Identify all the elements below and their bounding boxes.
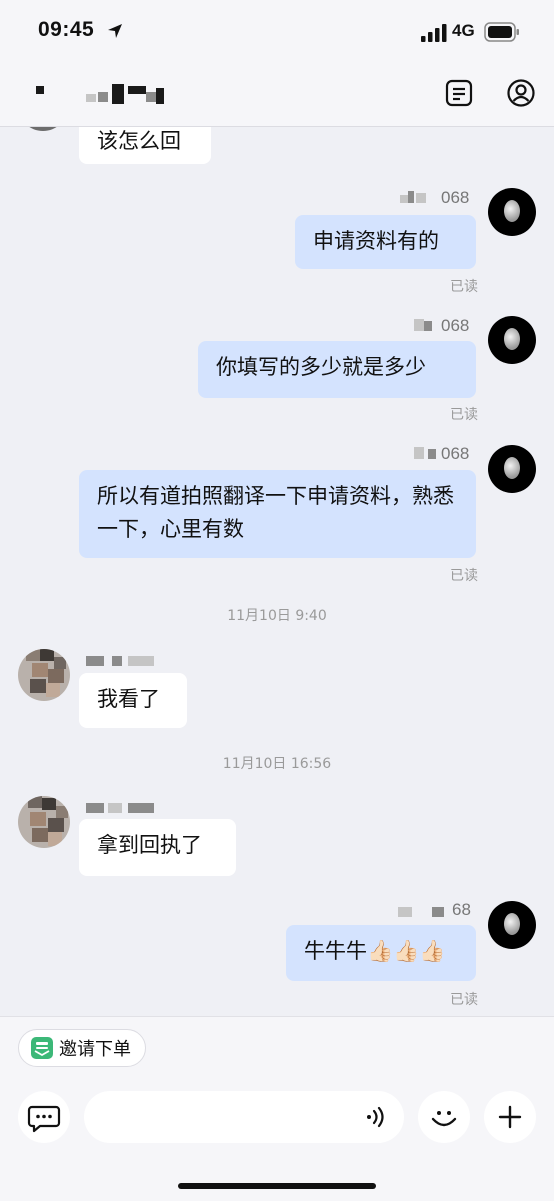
timestamp: 11月10日 16:56	[222, 756, 332, 772]
chat-header	[0, 62, 554, 127]
profile-icon[interactable]	[506, 78, 536, 108]
avatar	[488, 445, 536, 493]
chat-bubble-icon	[27, 1105, 61, 1133]
read-receipt: 已读	[450, 279, 478, 295]
signal-icon	[421, 24, 447, 42]
invite-order-icon	[31, 1037, 53, 1059]
message-bubble-incoming[interactable]: 该怎么回	[79, 127, 211, 164]
avatar	[488, 316, 536, 364]
chat-bubble-button[interactable]	[18, 1091, 70, 1143]
battery-icon	[484, 22, 519, 42]
avatar	[488, 188, 536, 236]
status-bar: 09:45 4G	[0, 0, 554, 62]
home-indicator[interactable]	[178, 1183, 376, 1189]
invite-order-chip[interactable]: 邀请下单	[18, 1029, 146, 1067]
smiley-icon	[431, 1111, 457, 1127]
message-bubble-outgoing[interactable]: 所以有道拍照翻译一下申请资料，熟悉一下，心里有数	[79, 470, 476, 558]
emoji-button[interactable]	[418, 1091, 470, 1143]
invite-order-label: 邀请下单	[59, 1039, 131, 1060]
message-bubble-outgoing[interactable]: 你填写的多少就是多少	[198, 341, 476, 398]
avatar	[18, 649, 70, 701]
voice-icon[interactable]	[364, 1105, 388, 1129]
sender-id: 068	[441, 188, 470, 207]
timestamp: 11月10日 9:40	[227, 608, 327, 624]
message-input[interactable]	[84, 1091, 404, 1143]
avatar	[18, 127, 68, 131]
read-receipt: 已读	[450, 992, 478, 1008]
message-bubble-outgoing[interactable]: 申请资料有的	[295, 215, 476, 269]
plus-button[interactable]	[484, 1091, 536, 1143]
message-bubble-incoming[interactable]: 拿到回执了	[79, 819, 236, 876]
avatar	[18, 796, 70, 848]
input-panel: 邀请下单	[0, 1016, 554, 1201]
network-type: 4G	[452, 21, 475, 40]
sender-id: 68	[452, 900, 471, 919]
read-receipt: 已读	[450, 568, 478, 584]
status-time: 09:45	[38, 18, 95, 41]
read-receipt: 已读	[450, 407, 478, 423]
sender-id: 068	[441, 444, 470, 463]
message-bubble-outgoing[interactable]: 牛牛牛👍🏻👍🏻👍🏻	[286, 925, 476, 981]
avatar	[488, 901, 536, 949]
notes-icon[interactable]	[444, 78, 474, 108]
message-bubble-incoming[interactable]: 我看了	[79, 673, 187, 728]
sender-id: 068	[441, 316, 470, 335]
location-arrow-icon	[108, 24, 122, 38]
message-list[interactable]: 该怎么回 068 申请资料有的 已读 068 你填写的多少就是多少 已读 068…	[0, 127, 554, 1015]
plus-icon	[498, 1105, 522, 1129]
